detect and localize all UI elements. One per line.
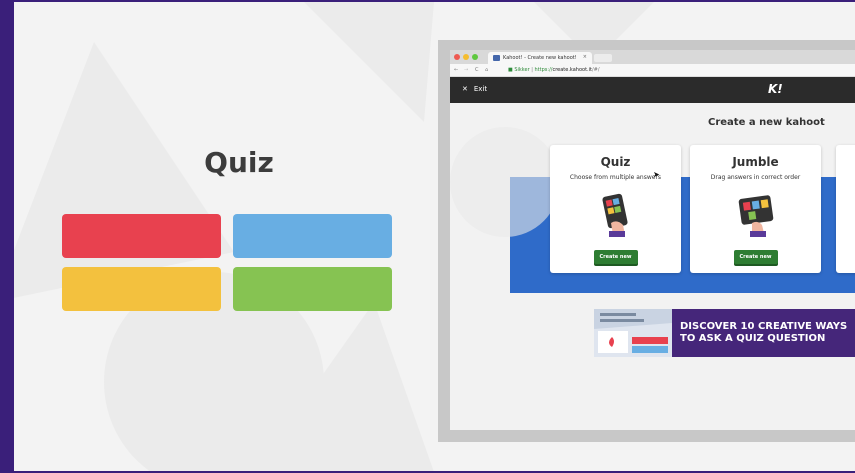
create-page: Create a new kahoot Quiz Choose from mul… (450, 103, 855, 430)
url-scheme: https:// (534, 67, 553, 73)
promo-illustration (594, 309, 672, 357)
url-input[interactable]: ■ Sikker | https://create.kahoot.it/#/ (504, 66, 855, 75)
tab-title: Kahoot! - Create new kahoot! (503, 55, 577, 61)
new-tab-button[interactable] (594, 54, 612, 62)
lock-icon: ■ (508, 67, 513, 73)
secure-label: Sikker (514, 67, 530, 73)
url-host: create.kahoot.it (552, 67, 592, 73)
address-bar-row: ← → C ⌂ ■ Sikker | https://create.kahoot… (450, 64, 855, 77)
slide: Quiz Kahoot! - Create new kahoot! × ← → … (14, 2, 855, 471)
quiz-title: Quiz (204, 146, 274, 179)
kahoot-favicon-icon (493, 55, 500, 61)
answer-tile-red (62, 214, 221, 258)
answer-tile-green (233, 267, 392, 311)
jumble-create-new-button[interactable]: Create new (733, 250, 778, 264)
back-icon[interactable]: ← (454, 67, 458, 73)
mouse-pointer-icon: ➤ (653, 170, 660, 179)
promo-banner[interactable]: DISCOVER 10 CREATIVE WAYS TO ASK A QUIZ … (594, 309, 855, 357)
card-title: Jumble (732, 155, 779, 169)
forward-icon[interactable]: → (464, 67, 468, 73)
answer-tile-yellow (62, 267, 221, 311)
close-icon: ✕ (462, 85, 468, 93)
exit-button[interactable]: ✕ Exit (462, 85, 487, 93)
card-description: Drag answers in correct order (710, 174, 801, 181)
quiz-create-new-button[interactable]: Create new (593, 250, 638, 264)
page-title: Create a new kahoot (708, 117, 825, 128)
promo-line-2: TO ASK A QUIZ QUESTION (680, 333, 826, 344)
tab-bar: Kahoot! - Create new kahoot! × (450, 50, 855, 64)
card-title: Quiz (600, 155, 631, 169)
promo-line-1: DISCOVER 10 CREATIVE WAYS (680, 321, 848, 332)
phone-quiz-icon (601, 193, 628, 237)
answer-tile-blue (233, 214, 392, 258)
kahoot-header: ✕ Exit K! (450, 77, 855, 103)
tab-close-icon[interactable]: × (583, 54, 587, 60)
quiz-card[interactable]: Quiz Choose from multiple answers Create… (550, 145, 681, 273)
close-window-icon[interactable] (454, 54, 460, 60)
band-curve (450, 127, 560, 237)
minimize-window-icon[interactable] (463, 54, 469, 60)
exit-label: Exit (473, 85, 488, 93)
jumble-card[interactable]: Jumble Drag answers in correct order Cre… (690, 145, 821, 273)
reload-icon[interactable]: C (475, 67, 479, 73)
tablet-jumble-icon (738, 195, 773, 237)
kahoot-logo: K! (768, 82, 783, 96)
browser-window: Kahoot! - Create new kahoot! × ← → C ⌂ ■… (438, 40, 855, 442)
browser-tab[interactable]: Kahoot! - Create new kahoot! × (488, 52, 592, 64)
card-description: Choose from multiple answers (569, 174, 662, 181)
maximize-window-icon[interactable] (472, 54, 478, 60)
browser-viewport: Kahoot! - Create new kahoot! × ← → C ⌂ ■… (450, 50, 855, 430)
next-card-peek[interactable] (836, 145, 855, 273)
promo-art-icon (594, 309, 672, 353)
home-icon[interactable]: ⌂ (485, 67, 488, 73)
promo-text: DISCOVER 10 CREATIVE WAYS TO ASK A QUIZ … (680, 321, 847, 345)
url-path: /#/ (591, 67, 600, 73)
